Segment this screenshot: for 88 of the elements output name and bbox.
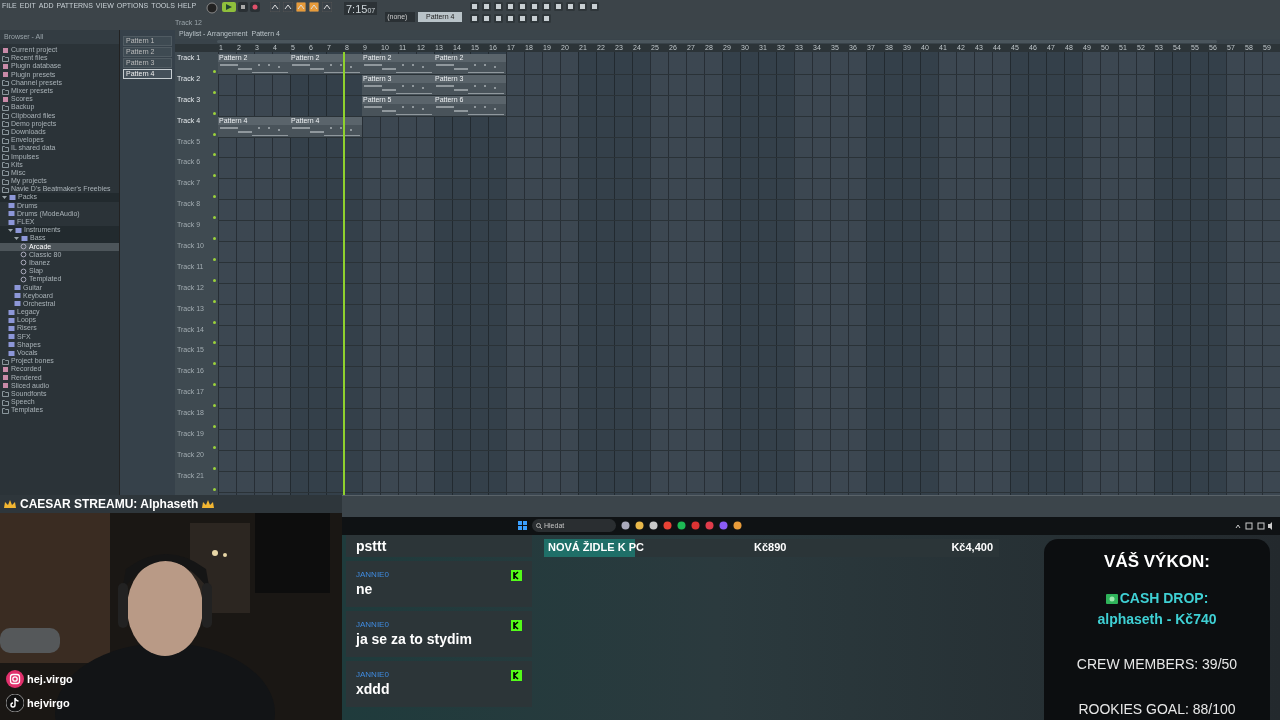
platform-icon (511, 569, 522, 581)
chat-username: JANNIE0 (356, 619, 389, 631)
toolbar-icon[interactable] (518, 14, 528, 23)
status-led-icon[interactable] (213, 153, 216, 157)
note-preview-drawing (362, 62, 434, 73)
social-handle: hejvirgo (27, 695, 70, 711)
toolbar-icon[interactable] (506, 14, 516, 23)
status-led-icon[interactable] (213, 132, 216, 136)
status-led-icon[interactable] (213, 320, 216, 324)
toolbar-icon[interactable] (566, 2, 576, 11)
note-preview-drawing (362, 103, 434, 115)
status-led-icon[interactable] (213, 466, 216, 470)
platform-icon (511, 619, 522, 631)
chat-message: xddd (356, 681, 391, 698)
stats-title: VÁŠ VÝKON: (1104, 550, 1210, 573)
toolbar-icon[interactable] (494, 14, 504, 23)
status-led-icon[interactable] (213, 299, 216, 303)
crown-icon (3, 499, 17, 509)
toolbar-icon[interactable] (270, 2, 280, 12)
toolbar-icon[interactable] (482, 14, 492, 23)
status-led-icon[interactable] (213, 216, 216, 220)
cash-drop-value: alphaseth - Kč740 (1097, 610, 1217, 629)
toolbar-icon[interactable] (309, 2, 319, 12)
goal-label: NOVÁ ŽIDLE K PC (548, 540, 644, 556)
toolbar-icon[interactable] (322, 2, 332, 12)
note-preview-drawing (434, 62, 506, 73)
knob-icon[interactable] (206, 2, 218, 14)
camera-icon (6, 670, 24, 688)
toolbar-icon[interactable] (530, 14, 540, 23)
status-led-icon[interactable] (213, 362, 216, 366)
cash-drop-label: CASH DROP: (1119, 589, 1209, 608)
caret-icon[interactable] (2, 194, 7, 200)
system-tray-icon[interactable] (1234, 521, 1274, 530)
toolbar-icon[interactable] (296, 2, 306, 12)
status-led-icon[interactable] (213, 445, 216, 449)
chat-message: ne (356, 581, 374, 598)
status-led-icon[interactable] (213, 278, 216, 282)
status-led-icon[interactable] (213, 257, 216, 261)
note-preview-drawing (290, 62, 362, 73)
toolbar-icon[interactable] (470, 2, 480, 11)
status-led-icon[interactable] (213, 487, 216, 491)
note-preview-drawing (434, 82, 506, 94)
toolbar-icon[interactable] (542, 14, 552, 23)
play-button[interactable] (222, 2, 236, 12)
stats-line: ROOKIES GOAL: 88/100 (1078, 700, 1236, 719)
chat-username: JANNIE0 (356, 669, 389, 681)
toolbar-icon[interactable] (542, 2, 552, 11)
stats-line: CREW MEMBERS: 39/50 (1076, 655, 1238, 674)
goal-target: Kč4,400 (951, 540, 993, 556)
status-led-icon[interactable] (213, 425, 216, 429)
toolbar-icon[interactable] (494, 2, 504, 11)
social-handle: hej.virgo (27, 671, 73, 687)
toolbar-icon[interactable] (578, 2, 588, 11)
chat-message: psttt (356, 537, 388, 555)
crown-icon (201, 499, 216, 509)
note-preview-drawing (290, 124, 362, 136)
goal-current: Kč890 (754, 540, 787, 556)
status-led-icon[interactable] (213, 90, 216, 94)
status-led-icon[interactable] (213, 69, 216, 73)
status-led-icon[interactable] (213, 404, 216, 408)
toolbar-icon[interactable] (518, 2, 528, 11)
toolbar-icon[interactable] (530, 2, 540, 11)
music-note-icon (6, 694, 24, 712)
status-led-icon[interactable] (213, 383, 216, 387)
note-preview-drawing (434, 103, 506, 115)
note-preview-drawing (218, 62, 290, 73)
windows-start-icon[interactable] (518, 521, 527, 531)
toolbar-icon[interactable] (482, 2, 492, 11)
stream-title: CAESAR STREAMU: Alphaseth (20, 496, 199, 513)
toolbar-icon[interactable] (554, 2, 564, 11)
note-preview-drawing (362, 82, 434, 94)
toolbar-icon[interactable] (470, 14, 480, 23)
chat-username: JANNIE0 (356, 569, 389, 581)
status-led-icon[interactable] (213, 341, 216, 345)
cash-icon (1105, 593, 1118, 604)
toolbar-icon[interactable] (590, 2, 600, 11)
song-time: 7:15 (346, 3, 368, 15)
stop-button[interactable] (238, 2, 248, 12)
status-led-icon[interactable] (213, 174, 216, 178)
platform-icon (511, 669, 522, 681)
chat-message: ja se za to stydim (356, 631, 473, 648)
status-led-icon[interactable] (213, 111, 216, 115)
search-icon (536, 522, 542, 529)
toolbar-icon[interactable] (506, 2, 516, 11)
record-button[interactable] (250, 2, 260, 12)
toolbar-icon[interactable] (283, 2, 293, 12)
status-led-icon[interactable] (213, 195, 216, 199)
note-preview-drawing (218, 124, 290, 136)
